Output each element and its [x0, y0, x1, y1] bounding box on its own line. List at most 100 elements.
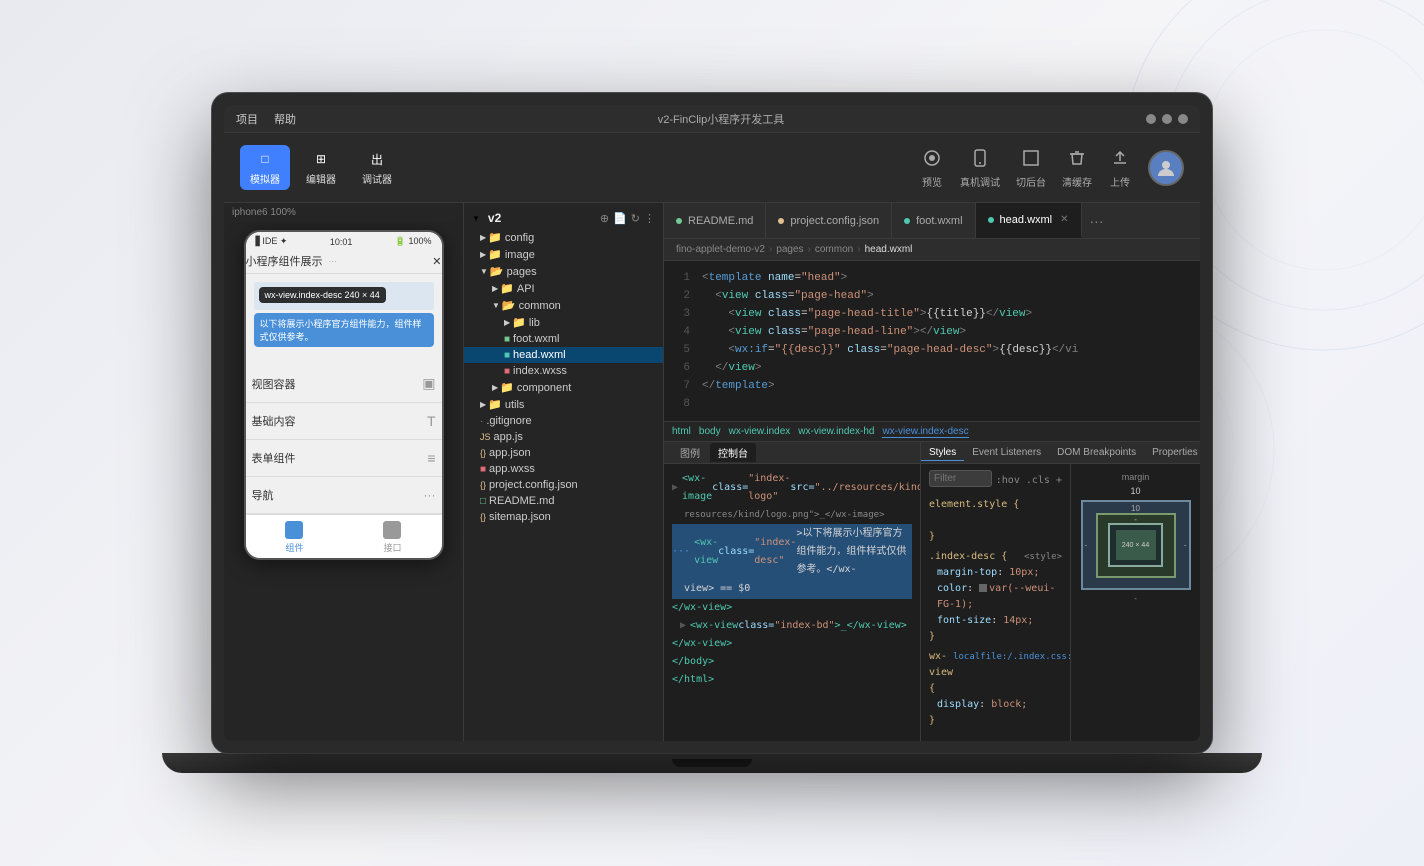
file-item-gitignore[interactable]: · .gitignore: [464, 413, 663, 429]
tree-icon-2[interactable]: 📄: [613, 212, 627, 225]
titlebar-dots[interactable]: ···: [329, 257, 337, 266]
file-name-foot-wxml: foot.wxml: [513, 333, 559, 345]
folder-arrow-common: ▼: [492, 301, 500, 310]
window-max-btn[interactable]: [1178, 114, 1188, 124]
file-item-project-config[interactable]: {} project.config.json: [464, 477, 663, 493]
styles-tab-styles[interactable]: Styles: [921, 445, 964, 461]
file-item-head-wxml[interactable]: ■ head.wxml: [464, 347, 663, 363]
tree-arrow: ▼: [472, 214, 480, 223]
file-item-component[interactable]: ▶ 📁 component: [464, 379, 663, 396]
file-dot-sitemap: {}: [480, 512, 486, 522]
breadcrumb-item-2: common: [815, 244, 853, 255]
css-rule-close-desc: }: [929, 629, 1062, 645]
styles-filter-input[interactable]: [929, 470, 992, 487]
titlebar-title: v2-FinClip小程序开发工具: [296, 111, 1146, 127]
dom-bc-index[interactable]: wx-view.index: [729, 426, 791, 437]
window-min-btn[interactable]: [1162, 114, 1172, 124]
file-item-index-wxss[interactable]: ■ index.wxss: [464, 363, 663, 379]
dom-line-1[interactable]: ··· <wx-view class="index-desc" >以下将展示小程…: [672, 524, 912, 580]
tab-readme[interactable]: README.md: [664, 203, 766, 238]
css-selector-wx-view: wx-view {: [929, 649, 953, 697]
user-avatar[interactable]: [1148, 150, 1184, 186]
styles-tab-dom-bp[interactable]: DOM Breakpoints: [1049, 445, 1144, 460]
list-item-0[interactable]: 视图容器 ▣: [246, 365, 442, 403]
list-item-3[interactable]: 导航 ···: [246, 477, 442, 514]
dom-toggle-0[interactable]: ▶: [672, 479, 678, 497]
tab-api-icon: [383, 521, 401, 539]
code-content[interactable]: <template name="head"> <view class="page…: [694, 261, 1200, 421]
menu-item-project[interactable]: 项目: [236, 111, 258, 127]
list-item-icon-0: ▣: [422, 375, 435, 392]
folder-name-config: config: [505, 232, 534, 244]
dom-bc-index-desc[interactable]: wx-view.index-desc: [882, 426, 968, 438]
file-name-sitemap: sitemap.json: [489, 511, 551, 523]
tree-icon-1[interactable]: ⊕: [600, 212, 609, 225]
code-editor[interactable]: 1 2 3 4 5 6 7 8 <template name="head">: [664, 261, 1200, 421]
line-num-8: 8: [668, 395, 690, 413]
dom-bc-body[interactable]: body: [699, 426, 721, 437]
tab-head-wxml[interactable]: head.wxml ✕: [976, 203, 1082, 238]
tab-foot-wxml[interactable]: foot.wxml: [892, 203, 975, 238]
file-item-readme[interactable]: □ README.md: [464, 493, 663, 509]
toolbar-btn-debug[interactable]: 出 调试器: [352, 145, 402, 190]
tab-components[interactable]: 组件: [285, 521, 303, 554]
window-close-btn[interactable]: [1146, 114, 1156, 124]
tree-icon-4[interactable]: ⋮: [644, 212, 655, 225]
tab-dot-readme: [676, 218, 682, 224]
iphone-list: 视图容器 ▣ 基础内容 T 表单组件 ≡: [246, 365, 442, 514]
line-num-6: 6: [668, 359, 690, 377]
color-swatch: [979, 584, 987, 592]
folder-name-lib: lib: [529, 317, 540, 329]
dom-tree-area[interactable]: ▶ <wx-image class="index-logo" src="../r…: [664, 464, 920, 741]
styles-content: :hov .cls + element.style { }: [921, 464, 1200, 741]
file-item-utils[interactable]: ▶ 📁 utils: [464, 396, 663, 413]
action-cut-bg[interactable]: 切后台: [1016, 146, 1046, 189]
tab-close-head[interactable]: ✕: [1060, 214, 1068, 225]
laptop-base: [162, 753, 1262, 773]
toolbar-btn-simulator[interactable]: □ 模拟器: [240, 145, 290, 190]
styles-tab-event[interactable]: Event Listeners: [964, 445, 1049, 460]
action-real-device[interactable]: 真机调试: [960, 146, 1000, 189]
action-preview[interactable]: 预览: [920, 146, 944, 189]
titlebar-menu[interactable]: 项目 帮助: [236, 111, 296, 127]
iphone-frame: ▋IDE ✦ 10:01 🔋 100% 小程序组件展示 ··· ✕: [244, 230, 444, 560]
devtools-tab-elements[interactable]: 图例: [672, 443, 708, 462]
action-upload[interactable]: 上传: [1108, 146, 1132, 189]
folder-icon-config: 📁: [488, 231, 502, 244]
file-item-app-js[interactable]: JS app.js: [464, 429, 663, 445]
dom-bc-index-hd[interactable]: wx-view.index-hd: [798, 426, 874, 437]
tree-icon-3[interactable]: ↻: [631, 212, 640, 225]
dom-bc-html[interactable]: html: [672, 426, 691, 437]
menu-item-help[interactable]: 帮助: [274, 111, 296, 127]
tree-icons[interactable]: ⊕ 📄 ↻ ⋮: [600, 212, 655, 225]
file-item-api[interactable]: ▶ 📁 API: [464, 280, 663, 297]
tab-dot-foot: [904, 218, 910, 224]
file-item-lib[interactable]: ▶ 📁 lib: [464, 314, 663, 331]
file-item-foot-wxml[interactable]: ■ foot.wxml: [464, 331, 663, 347]
list-item-2[interactable]: 表单组件 ≡: [246, 440, 442, 477]
tab-more-btn[interactable]: ···: [1082, 213, 1112, 229]
tab-label-foot: foot.wxml: [916, 215, 962, 227]
css-source-wx-view[interactable]: localfile:/.index.css:2: [953, 649, 1070, 697]
css-prop-color: color: var(--weui-FG-1);: [929, 581, 1062, 613]
file-item-config[interactable]: ▶ 📁 config: [464, 229, 663, 246]
file-item-app-json[interactable]: {} app.json: [464, 445, 663, 461]
file-item-image[interactable]: ▶ 📁 image: [464, 246, 663, 263]
action-clear-cache[interactable]: 清缓存: [1062, 146, 1092, 189]
file-item-app-wxss[interactable]: ■ app.wxss: [464, 461, 663, 477]
styles-tab-properties[interactable]: Properties: [1144, 445, 1200, 460]
file-item-common[interactable]: ▼ 📂 common: [464, 297, 663, 314]
tab-api[interactable]: 接口: [383, 521, 401, 554]
tab-project-config[interactable]: project.config.json: [766, 203, 892, 238]
dom-toggle-3[interactable]: ▶: [680, 617, 686, 635]
toolbar-btn-editor[interactable]: ⊞ 编辑器: [296, 145, 346, 190]
devtools-panel: html body wx-view.index wx-view.index-hd…: [664, 421, 1200, 741]
list-item-1[interactable]: 基础内容 T: [246, 403, 442, 440]
file-item-pages[interactable]: ▼ 📂 pages: [464, 263, 663, 280]
file-item-sitemap[interactable]: {} sitemap.json: [464, 509, 663, 525]
titlebar-x-btn[interactable]: ✕: [432, 255, 441, 268]
list-item-name-1: 基础内容: [252, 413, 296, 429]
tab-component-label: 组件: [285, 541, 303, 554]
devtools-tab-console[interactable]: 控制台: [710, 443, 756, 462]
filter-pseudoclass[interactable]: :hov .cls +: [996, 473, 1062, 489]
